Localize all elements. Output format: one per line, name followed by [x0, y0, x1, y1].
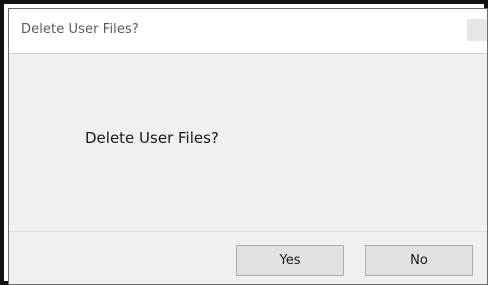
close-icon[interactable] — [467, 19, 487, 41]
no-button[interactable]: No — [365, 245, 473, 276]
delete-user-files-dialog: Delete User Files? Delete User Files? Ye… — [8, 8, 488, 285]
yes-button[interactable]: Yes — [236, 245, 344, 276]
dialog-button-bar: Yes No — [9, 231, 487, 284]
dialog-message: Delete User Files? — [85, 129, 219, 147]
dialog-titlebar[interactable]: Delete User Files? — [9, 9, 487, 53]
dialog-body: Delete User Files? — [9, 53, 487, 231]
screenshot-frame: Delete User Files? Delete User Files? Ye… — [0, 0, 488, 285]
dialog-title: Delete User Files? — [21, 22, 139, 37]
